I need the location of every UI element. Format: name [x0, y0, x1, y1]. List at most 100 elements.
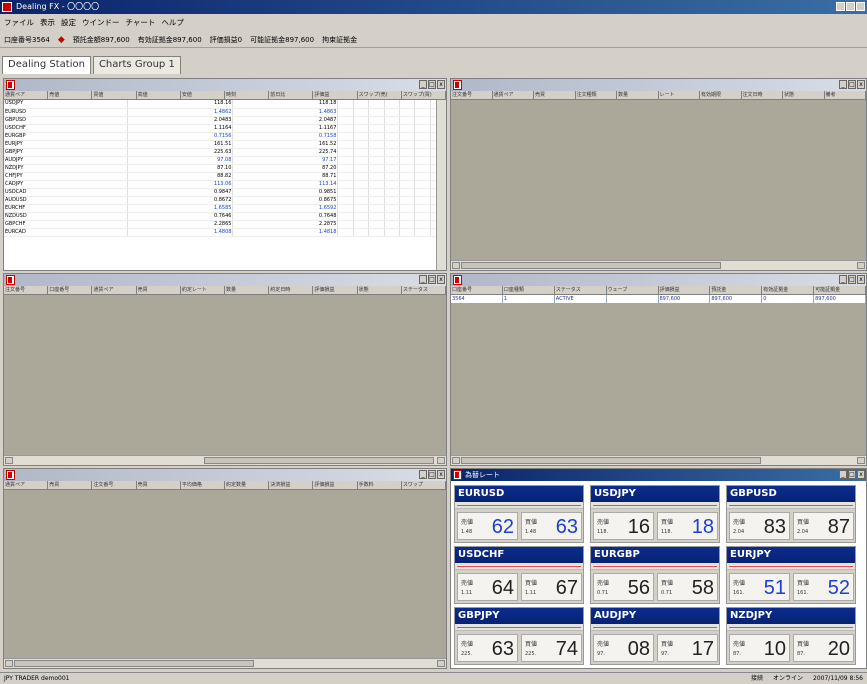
panel-close-button[interactable]: x — [857, 275, 865, 284]
history-horizontal-scrollbar[interactable] — [4, 658, 446, 668]
rates-col-header[interactable]: スワップ(売) — [358, 91, 402, 99]
history-col-header[interactable]: 評価損益 — [313, 481, 358, 489]
account-col-header[interactable]: 預託金 — [710, 286, 763, 294]
history-col-header[interactable]: 手数料 — [358, 481, 402, 489]
rates-col-header[interactable]: 通貨ペア — [4, 91, 49, 99]
trades-col-header[interactable]: 評価損益 — [313, 286, 358, 294]
panel-close-button[interactable]: x — [857, 470, 865, 479]
rates-table-row[interactable]: CADJPY 113.06 113.14 — [4, 180, 446, 189]
panel-close-button[interactable]: x — [437, 275, 445, 284]
sell-button[interactable]: 売値 1.48 62 — [457, 512, 518, 540]
history-col-header[interactable]: 約定数量 — [225, 481, 270, 489]
trades-col-header[interactable]: 口座番号 — [48, 286, 93, 294]
panel-minimize-button[interactable]: _ — [419, 470, 427, 479]
account-col-header[interactable]: ウェーブ — [607, 286, 659, 294]
rate-tile-gbpusd[interactable]: GBPUSD 売値 2.04 83 買値 2.04 87 — [726, 485, 856, 543]
trades-col-header[interactable]: 約定日時 — [269, 286, 314, 294]
rate-tile-audjpy[interactable]: AUDJPY 売値 97. 08 買値 97. 17 — [590, 607, 720, 665]
account-col-header[interactable]: 可能証拠金 — [814, 286, 866, 294]
orders-col-header[interactable]: 注文種類 — [576, 91, 617, 99]
rates-col-header[interactable]: 時刻 — [225, 91, 270, 99]
rates-table-row[interactable]: GBPCHF 2.2865 2.2875 — [4, 220, 446, 229]
sell-button[interactable]: 売値 0.71 56 — [593, 573, 654, 601]
tab-charts-group[interactable]: Charts Group 1 — [92, 56, 181, 74]
rate-tile-eurusd[interactable]: EURUSD 売値 1.48 62 買値 1.48 63 — [454, 485, 584, 543]
rates-table-row[interactable]: GBPJPY 225.63 225.74 — [4, 148, 446, 157]
rates-table-row[interactable]: EURJPY 161.51 161.52 — [4, 140, 446, 149]
rates-col-header[interactable]: スワップ(買) — [402, 91, 446, 99]
rates-col-header[interactable]: 高値 — [137, 91, 181, 99]
orders-col-header[interactable]: レート — [659, 91, 700, 99]
panel-close-button[interactable]: x — [857, 80, 865, 89]
panel-close-button[interactable]: x — [437, 470, 445, 479]
close-button[interactable] — [856, 2, 865, 11]
menu-help[interactable]: ヘルプ — [161, 16, 184, 30]
rates-table-row[interactable]: CHFJPY 88.82 88.71 — [4, 172, 446, 181]
rate-tile-gbpjpy[interactable]: GBPJPY 売値 225. 63 買値 225. 74 — [454, 607, 584, 665]
orders-col-header[interactable]: 有効期限 — [700, 91, 742, 99]
account-col-header[interactable]: ステータス — [555, 286, 607, 294]
account-horizontal-scrollbar[interactable] — [451, 455, 866, 465]
orders-horizontal-scrollbar[interactable] — [451, 260, 866, 270]
rates-table-row[interactable]: AUDJPY 97.08 97.17 — [4, 156, 446, 165]
orders-col-header[interactable]: 売買 — [534, 91, 576, 99]
buy-button[interactable]: 買値 87. 20 — [793, 634, 854, 662]
menu-chart[interactable]: チャート — [126, 16, 156, 30]
rates-table-row[interactable]: EURCHF 1.6585 1.6592 — [4, 204, 446, 213]
orders-col-header[interactable]: 注文番号 — [451, 91, 493, 99]
buy-button[interactable]: 買値 97. 17 — [657, 634, 718, 662]
rates-col-header[interactable]: 買値 — [92, 91, 137, 99]
sell-button[interactable]: 売値 87. 10 — [729, 634, 790, 662]
sell-button[interactable]: 売値 118. 16 — [593, 512, 654, 540]
account-col-header[interactable]: 口座種類 — [503, 286, 555, 294]
panel-maximize-button[interactable]: □ — [848, 80, 856, 89]
panel-maximize-button[interactable]: □ — [428, 80, 436, 89]
menu-window[interactable]: ウインドー — [82, 16, 120, 30]
trades-col-header[interactable]: ステータス — [402, 286, 446, 294]
orders-col-header[interactable]: 通貨ペア — [493, 91, 534, 99]
rates-table-row[interactable]: GBPUSD 2.0483 2.0487 — [4, 116, 446, 125]
trades-horizontal-scrollbar[interactable] — [4, 455, 446, 465]
rates-col-header[interactable]: 安値 — [181, 91, 226, 99]
orders-col-header[interactable]: 数量 — [617, 91, 659, 99]
menu-view[interactable]: 表示 — [40, 16, 55, 30]
rate-tile-usdchf[interactable]: USDCHF 売値 1.11 64 買値 1.11 67 — [454, 546, 584, 604]
panel-minimize-button[interactable]: _ — [839, 275, 847, 284]
sell-button[interactable]: 売値 1.11 64 — [457, 573, 518, 601]
rates-table-row[interactable]: NZDJPY 87.10 87.20 — [4, 164, 446, 173]
buy-button[interactable]: 買値 0.71 58 — [657, 573, 718, 601]
trades-col-header[interactable]: 数量 — [225, 286, 270, 294]
rate-tile-usdjpy[interactable]: USDJPY 売値 118. 16 買値 118. 18 — [590, 485, 720, 543]
maximize-button[interactable] — [846, 2, 855, 11]
rate-tile-eurgbp[interactable]: EURGBP 売値 0.71 56 買値 0.71 58 — [590, 546, 720, 604]
panel-minimize-button[interactable]: _ — [839, 80, 847, 89]
rates-table-row[interactable]: EURUSD 1.4862 1.4863 — [4, 108, 446, 117]
buy-button[interactable]: 買値 225. 74 — [521, 634, 582, 662]
rates-table-row[interactable]: EURCAD 1.4808 1.4818 — [4, 228, 446, 237]
trades-col-header[interactable]: 通貨ペア — [92, 286, 137, 294]
buy-button[interactable]: 買値 1.48 63 — [521, 512, 582, 540]
panel-close-button[interactable]: x — [437, 80, 445, 89]
trades-col-header[interactable]: 約定レート — [181, 286, 226, 294]
panel-maximize-button[interactable]: □ — [428, 275, 436, 284]
history-col-header[interactable]: 売買 — [137, 481, 181, 489]
orders-col-header[interactable]: 備考 — [825, 91, 866, 99]
panel-minimize-button[interactable]: _ — [419, 275, 427, 284]
rates-col-header[interactable]: 売値 — [48, 91, 93, 99]
panel-minimize-button[interactable]: _ — [839, 470, 847, 479]
rates-vertical-scrollbar[interactable] — [436, 100, 446, 270]
buy-button[interactable]: 買値 2.04 87 — [793, 512, 854, 540]
tab-dealing-station[interactable]: Dealing Station — [2, 56, 91, 74]
rates-col-header[interactable]: 前日比 — [269, 91, 314, 99]
history-col-header[interactable]: 注文番号 — [92, 481, 137, 489]
account-row[interactable]: 3564 1 ACTIVE 897,600 897,600 0 897,600 — [451, 295, 866, 304]
rates-table-row[interactable]: EURGBP 0.7156 0.7158 — [4, 132, 446, 141]
rates-table-row[interactable]: NZDUSD 0.7646 0.7648 — [4, 212, 446, 221]
menu-file[interactable]: ファイル — [4, 16, 34, 30]
rates-table-row[interactable]: AUDUSD 0.8672 0.8675 — [4, 196, 446, 205]
account-col-header[interactable]: 口座番号 — [451, 286, 503, 294]
minimize-button[interactable] — [836, 2, 845, 11]
sell-button[interactable]: 売値 97. 08 — [593, 634, 654, 662]
sell-button[interactable]: 売値 225. 63 — [457, 634, 518, 662]
rates-table-row[interactable]: USDCHF 1.1164 1.1167 — [4, 124, 446, 133]
